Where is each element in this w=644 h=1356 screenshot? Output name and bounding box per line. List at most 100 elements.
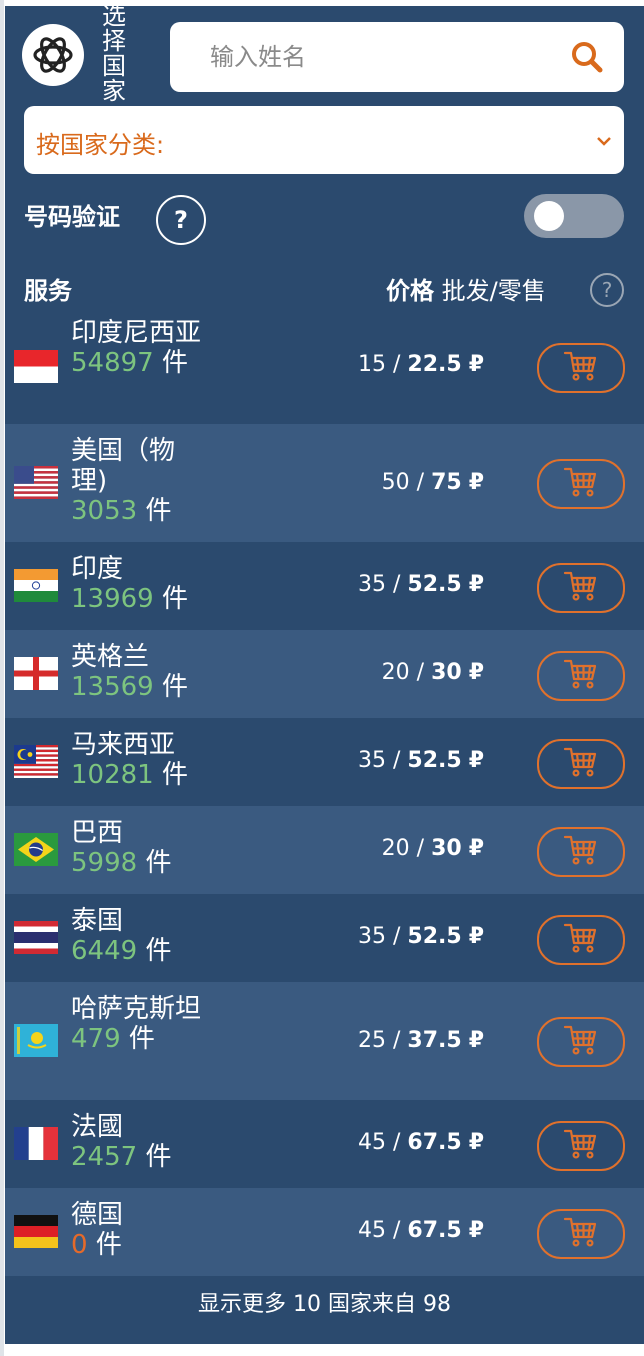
add-to-cart-button[interactable] — [537, 827, 625, 877]
price: 45 / 67.5 ₽ — [358, 1130, 484, 1155]
currency-symbol: ₽ — [468, 572, 484, 597]
country-label: 马来西亚 — [71, 730, 176, 760]
country-row: 英格兰 13569 件 20 / 30 ₽ — [5, 630, 644, 718]
currency-symbol: ₽ — [468, 1130, 484, 1155]
price: 35 / 52.5 ₽ — [358, 748, 484, 773]
add-to-cart-button[interactable] — [537, 1121, 625, 1171]
stock-unit: 件 — [161, 672, 188, 702]
country-label: 印度尼西亚 — [71, 318, 202, 348]
country-name: 印度尼西亚 54897 件 — [71, 318, 201, 378]
stock-count: 13969 — [71, 584, 154, 614]
flag-brazil-icon — [14, 833, 58, 866]
country-label: 印度 — [71, 554, 124, 584]
stock-count: 2457 — [71, 1142, 138, 1172]
add-to-cart-button[interactable] — [537, 563, 625, 613]
flag-england-icon — [14, 657, 58, 690]
wholesale-price: 35 — [358, 924, 386, 949]
add-to-cart-button[interactable] — [537, 1017, 625, 1067]
price-header-sub: 批发/零售 — [434, 277, 546, 305]
cart-icon — [563, 922, 599, 958]
add-to-cart-button[interactable] — [537, 459, 625, 509]
wholesale-price: 50 — [381, 470, 410, 495]
stock-count: 0 — [71, 1230, 88, 1260]
stock-unit: 件 — [145, 936, 172, 966]
stock-unit: 件 — [128, 1024, 155, 1054]
retail-price: 52.5 — [407, 572, 462, 597]
retail-price: 30 — [431, 836, 462, 861]
flag-germany-icon — [14, 1215, 58, 1248]
country-label: 法國 — [71, 1112, 124, 1142]
retail-price: 22.5 — [407, 352, 462, 377]
price: 25 / 37.5 ₽ — [358, 1028, 484, 1053]
add-to-cart-button[interactable] — [537, 739, 625, 789]
country-label: 德国 — [71, 1200, 124, 1230]
country-label: 英格兰 — [71, 642, 150, 672]
price-help-icon[interactable]: ? — [590, 273, 624, 307]
search-box — [170, 22, 624, 92]
flag-malaysia-icon — [14, 745, 58, 778]
stock-count: 5998 — [71, 848, 138, 878]
toggle-knob — [534, 201, 564, 231]
country-name: 哈萨克斯坦 479 件 — [71, 994, 201, 1054]
price: 35 / 52.5 ₽ — [358, 572, 484, 597]
flag-indonesia-icon — [14, 350, 58, 383]
add-to-cart-button[interactable] — [537, 1209, 625, 1259]
country-row: 哈萨克斯坦 479 件 25 / 37.5 ₽ — [5, 982, 644, 1100]
flag-thailand-icon — [14, 921, 58, 954]
cart-icon — [563, 1216, 599, 1252]
search-input[interactable] — [208, 36, 552, 78]
add-to-cart-button[interactable] — [537, 915, 625, 965]
stock-unit: 件 — [145, 848, 172, 878]
country-row: 德国 0 件 45 / 67.5 ₽ — [5, 1188, 644, 1276]
country-name: 美国（物理) 3053 件 — [71, 436, 201, 526]
stock-count: 13569 — [71, 672, 154, 702]
category-select[interactable]: 按国家分类: — [24, 106, 624, 174]
stock-unit: 件 — [95, 1230, 122, 1260]
retail-price: 67.5 — [407, 1218, 462, 1243]
country-label: 泰国 — [71, 906, 124, 936]
price: 20 / 30 ₽ — [381, 836, 484, 861]
currency-symbol: ₽ — [468, 470, 484, 495]
flag-france-icon — [14, 1127, 58, 1160]
retail-price: 67.5 — [407, 1130, 462, 1155]
wholesale-price: 20 — [381, 836, 410, 861]
stock-unit: 件 — [145, 1142, 172, 1172]
retail-price: 37.5 — [407, 1028, 462, 1053]
price-column-header: 价格 批发/零售 — [386, 271, 546, 306]
cart-icon — [563, 350, 599, 386]
wholesale-price: 45 — [358, 1218, 386, 1243]
cart-icon — [563, 834, 599, 870]
service-column-header: 服务 — [24, 277, 72, 305]
wholesale-price: 25 — [358, 1028, 386, 1053]
currency-symbol: ₽ — [468, 748, 484, 773]
openai-logo-icon[interactable] — [22, 24, 84, 86]
left-border — [0, 0, 4, 1356]
cart-icon — [563, 658, 599, 694]
country-name: 泰国 6449 件 — [71, 906, 201, 966]
price: 50 / 75 ₽ — [381, 470, 484, 495]
price-header-main: 价格 — [386, 277, 434, 305]
retail-price: 52.5 — [407, 924, 462, 949]
stock-unit: 件 — [161, 760, 188, 790]
cart-icon — [563, 746, 599, 782]
search-icon[interactable] — [570, 40, 604, 78]
country-name: 法國 2457 件 — [71, 1112, 201, 1172]
price: 45 / 67.5 ₽ — [358, 1218, 484, 1243]
wholesale-price: 20 — [381, 660, 410, 685]
cart-icon — [563, 570, 599, 606]
verification-help-icon[interactable]: ? — [156, 195, 206, 245]
add-to-cart-button[interactable] — [537, 651, 625, 701]
stock-count: 10281 — [71, 760, 154, 790]
stock-count: 3053 — [71, 496, 138, 526]
price: 20 / 30 ₽ — [381, 660, 484, 685]
retail-price: 30 — [431, 660, 462, 685]
verification-toggle[interactable] — [524, 194, 624, 238]
show-more-link[interactable]: 显示更多 10 国家来自 98 — [5, 1278, 644, 1332]
add-to-cart-button[interactable] — [537, 343, 625, 393]
cart-icon — [563, 466, 599, 502]
country-row: 巴西 5998 件 20 / 30 ₽ — [5, 806, 644, 894]
country-row: 印度尼西亚 54897 件 15 / 22.5 ₽ — [5, 312, 644, 424]
wholesale-price: 45 — [358, 1130, 386, 1155]
currency-symbol: ₽ — [468, 836, 484, 861]
retail-price: 75 — [431, 470, 462, 495]
